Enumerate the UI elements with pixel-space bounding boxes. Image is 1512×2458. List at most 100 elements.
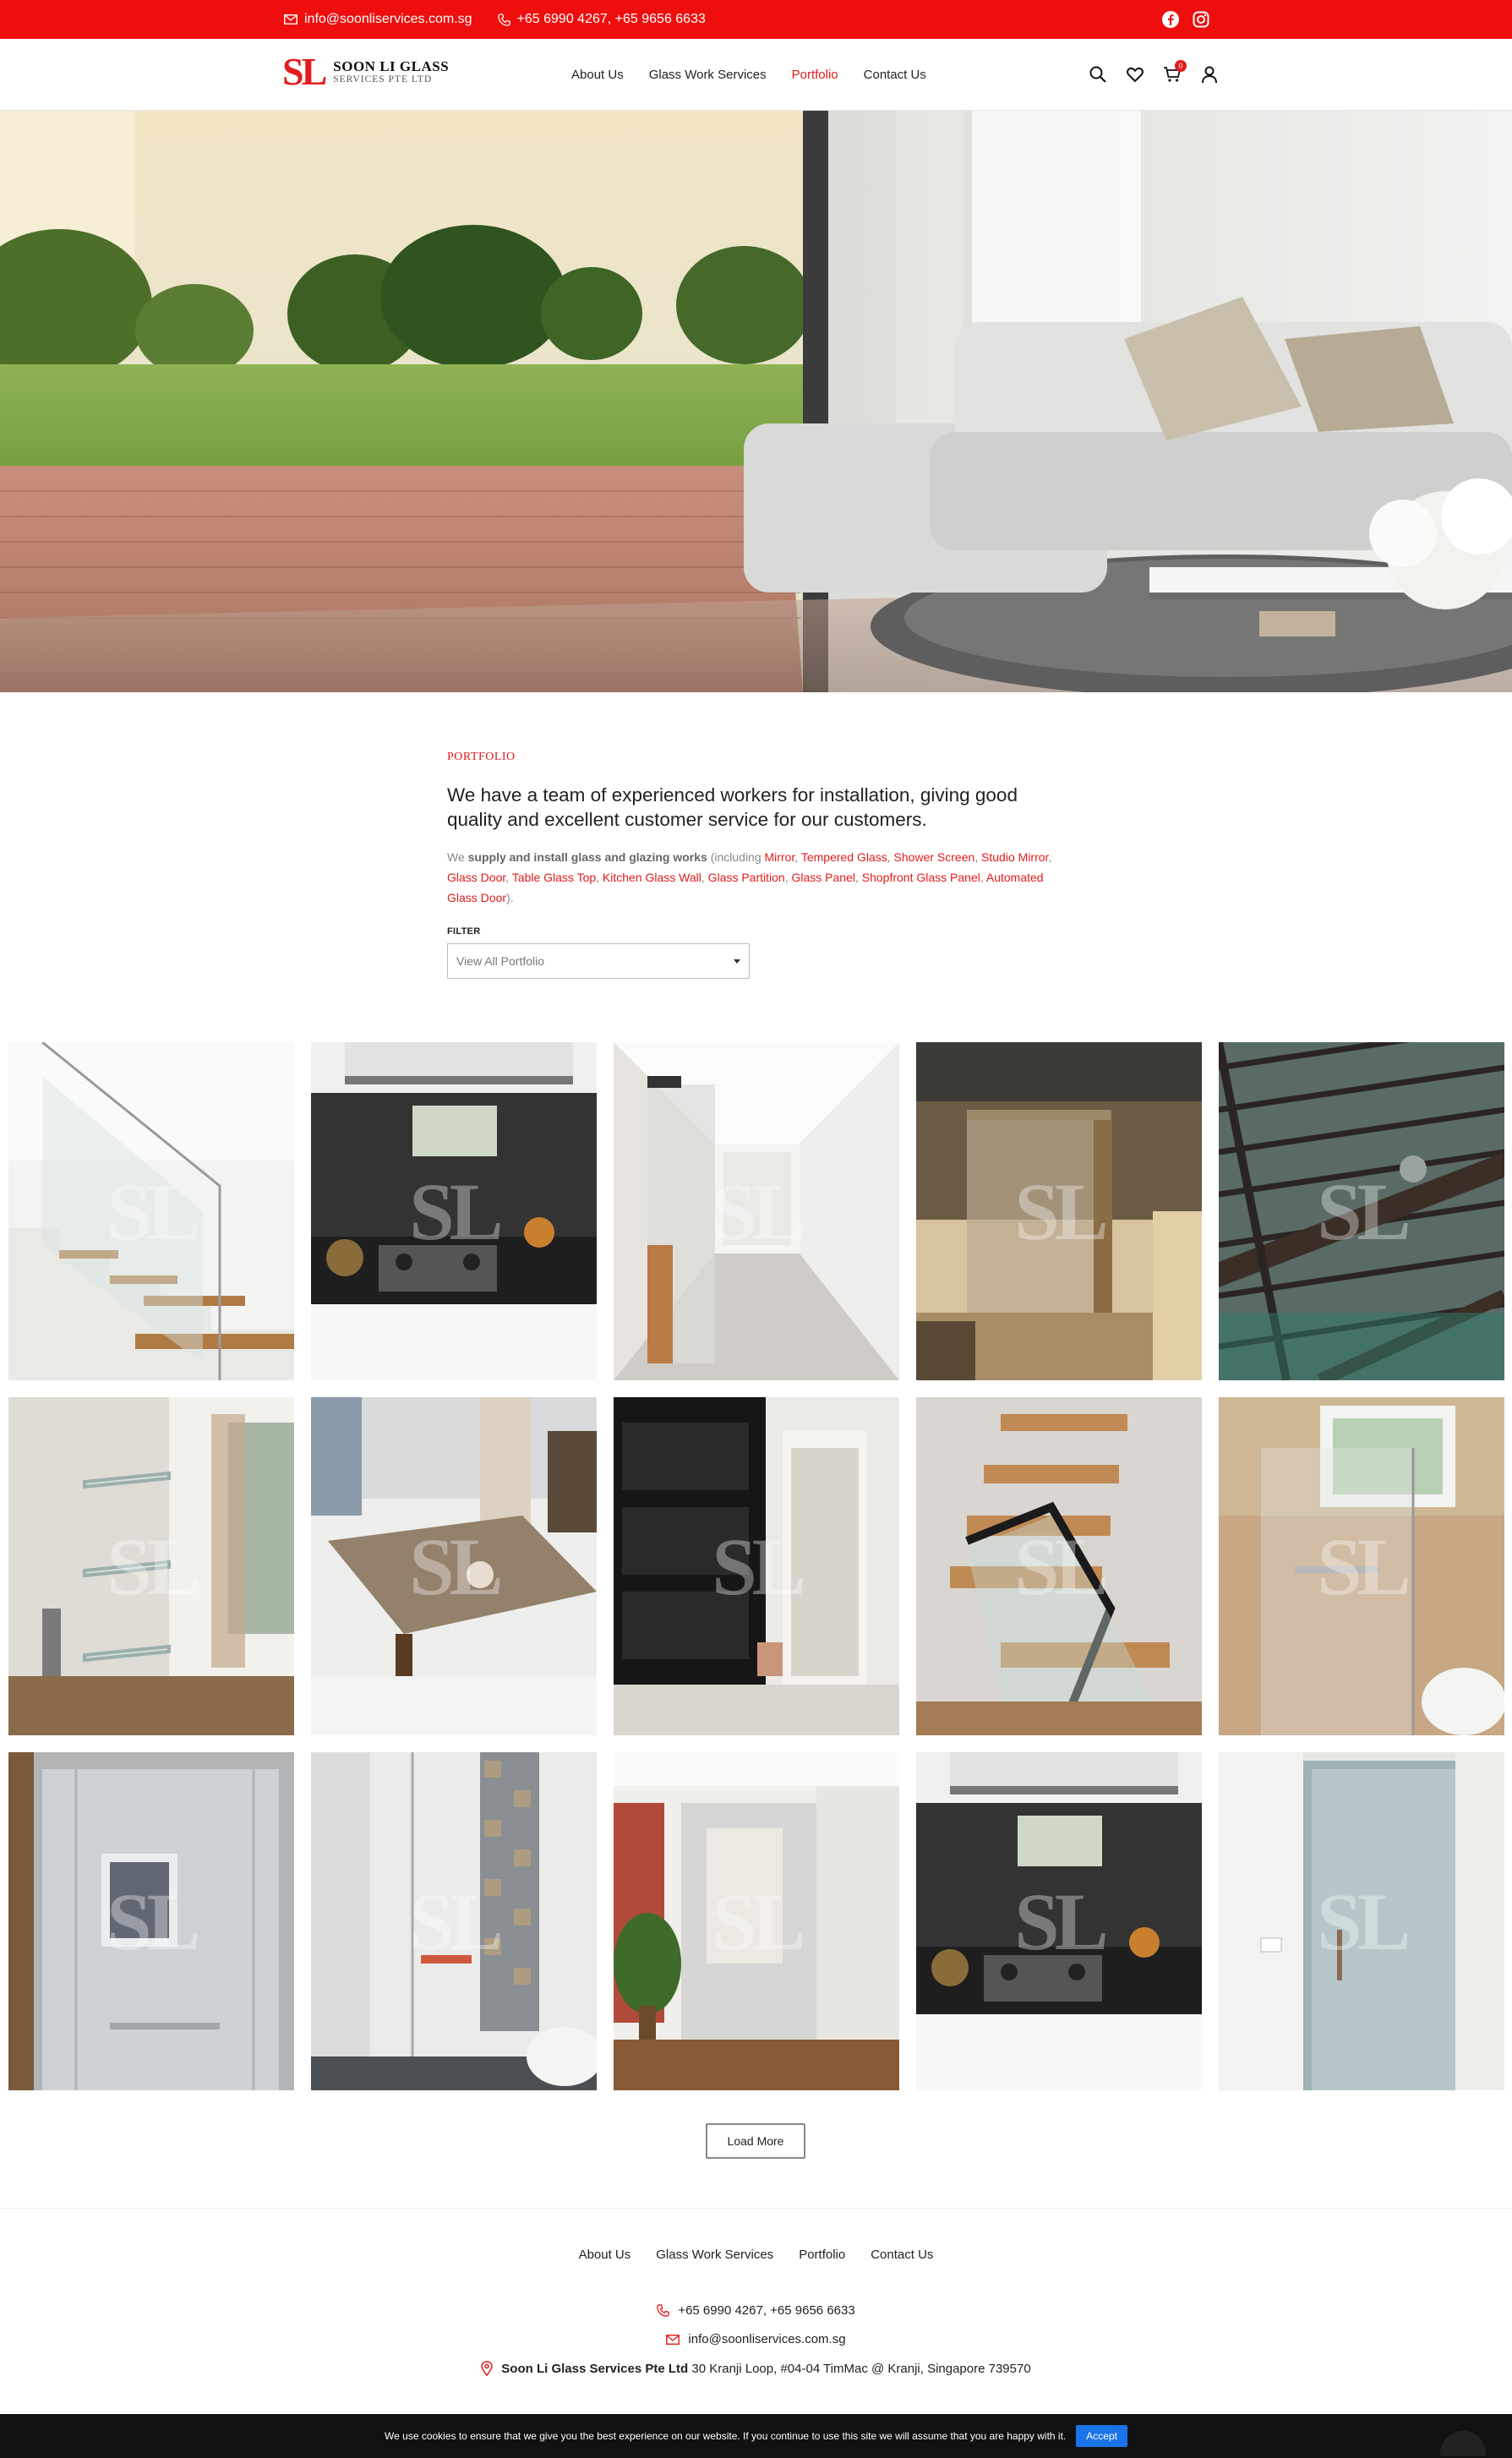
portfolio-grid: SL SL SL SL SL SL SL SL SL SL SL SL SL S… — [8, 1042, 1504, 2090]
location-pin-icon — [481, 2361, 494, 2376]
portfolio-item-shopfront-glass-partition[interactable]: SL — [916, 1042, 1202, 1380]
top-email-text: info@soonliservices.com.sg — [304, 12, 472, 26]
portfolio-item-shower-screen[interactable]: SL — [1219, 1397, 1504, 1735]
cookie-accept-button[interactable]: Accept — [1076, 2425, 1127, 2447]
footer-address-text: 30 Kranji Loop, #04-04 TimMac @ Kranji, … — [691, 2361, 1031, 2376]
top-email[interactable]: info@soonliservices.com.sg — [284, 12, 472, 27]
portfolio-item-sliding-glass-door-corridor[interactable]: SL — [614, 1042, 899, 1380]
footer-nav: About Us Glass Work Services Portfolio C… — [0, 2248, 1512, 2262]
top-phone-text: +65 6990 4267, +65 9656 6633 — [516, 12, 706, 26]
service-link-glass-panel[interactable]: Glass Panel — [792, 871, 855, 884]
phone-icon — [657, 2304, 670, 2317]
cart-count-badge: 0 — [1175, 60, 1187, 72]
header-icons: 0 — [1089, 39, 1219, 110]
frosted-glass-door-photo — [1219, 1752, 1504, 2090]
logo-text: SOON LI GLASS SERVICES PTE LTD — [333, 59, 449, 85]
section-headline: We have a team of experienced workers fo… — [447, 784, 1018, 830]
portfolio-item-shower-screen-tiled[interactable]: SL — [311, 1752, 597, 2090]
heart-icon[interactable] — [1126, 65, 1144, 84]
logo-mark: SL — [282, 50, 327, 93]
shower-enclosure-photo — [8, 1752, 294, 2090]
kitchen-glass-backsplash-photo — [311, 1042, 597, 1380]
service-link-shopfront-glass-panel[interactable]: Shopfront Glass Panel — [862, 871, 980, 884]
kitchen-glass-backsplash-photo-2 — [916, 1752, 1202, 2090]
desc-prefix: We — [447, 850, 468, 864]
site-footer: About Us Glass Work Services Portfolio C… — [0, 2208, 1512, 2415]
section-eyebrow: PORTFOLIO — [447, 751, 516, 763]
desc-open: (including — [707, 850, 765, 864]
site-header: SL SOON LI GLASS SERVICES PTE LTD About … — [0, 39, 1512, 111]
envelope-icon — [666, 2334, 680, 2345]
nav-contact-us[interactable]: Contact Us — [864, 68, 926, 82]
glass-table-top-photo — [311, 1397, 597, 1735]
portfolio-item-kitchen-glass-backsplash[interactable]: SL — [311, 1042, 597, 1380]
service-link-tempered-glass[interactable]: Tempered Glass — [801, 850, 887, 864]
portfolio-filter-select[interactable]: View All Portfolio — [447, 943, 750, 979]
shower-screen-tiled-photo — [311, 1752, 597, 2090]
service-link-glass-partition[interactable]: Glass Partition — [708, 871, 785, 884]
nav-glass-work-services[interactable]: Glass Work Services — [649, 68, 767, 82]
main-nav: About Us Glass Work Services Portfolio C… — [571, 39, 926, 110]
social-links — [1161, 0, 1210, 39]
portfolio-item-glass-table-top[interactable]: SL — [311, 1397, 597, 1735]
service-link-glass-door[interactable]: Glass Door — [447, 871, 505, 884]
nav-portfolio[interactable]: Portfolio — [792, 68, 838, 82]
section-description: We supply and install glass and glazing … — [447, 850, 1052, 904]
shopfront-glass-partition-photo — [916, 1042, 1202, 1380]
phone-icon — [497, 13, 510, 26]
sliding-glass-door-corridor-photo — [614, 1042, 899, 1380]
service-link-kitchen-glass-wall[interactable]: Kitchen Glass Wall — [603, 871, 701, 884]
filter-selected-value: View All Portfolio — [456, 954, 545, 968]
glass-cabinet-doors-photo — [614, 1397, 899, 1735]
logo-line-1: SOON LI GLASS — [333, 58, 450, 75]
glass-partition-room-photo — [614, 1752, 899, 2090]
footer-phone[interactable]: +65 6990 4267, +65 9656 6633 — [0, 2303, 1512, 2318]
portfolio-item-shower-enclosure[interactable]: SL — [8, 1752, 294, 2090]
instagram-icon[interactable] — [1192, 10, 1210, 29]
cookie-consent-bar: We use cookies to ensure that we give yo… — [0, 2414, 1512, 2458]
glass-shelves-photo — [8, 1397, 294, 1735]
footer-email[interactable]: info@soonliservices.com.sg — [0, 2332, 1512, 2346]
footer-nav-glass-work-services[interactable]: Glass Work Services — [656, 2248, 773, 2262]
portfolio-item-glass-roof-canopy[interactable]: SL — [1219, 1042, 1504, 1380]
user-icon[interactable] — [1200, 65, 1219, 84]
top-contact: info@soonliservices.com.sg +65 6990 4267… — [284, 0, 723, 39]
load-more-button[interactable]: Load More — [706, 2123, 805, 2159]
search-icon[interactable] — [1089, 65, 1107, 84]
facebook-icon[interactable] — [1161, 10, 1180, 29]
portfolio-item-frosted-glass-door[interactable]: SL — [1219, 1752, 1504, 2090]
cookie-text: We use cookies to ensure that we give yo… — [385, 2430, 1067, 2442]
glass-stair-balustrade-photo — [916, 1397, 1202, 1735]
desc-bold: supply and install glass and glazing wor… — [467, 850, 707, 864]
site-logo[interactable]: SL SOON LI GLASS SERVICES PTE LTD — [282, 52, 449, 91]
portfolio-item-glass-stair-balustrade[interactable]: SL — [916, 1397, 1202, 1735]
portfolio-item-glass-cabinet-doors[interactable]: SL — [614, 1397, 899, 1735]
footer-phone-text: +65 6990 4267, +65 9656 6633 — [678, 2303, 855, 2318]
glass-roof-canopy-photo — [1219, 1042, 1504, 1380]
footer-email-text: info@soonliservices.com.sg — [688, 2332, 846, 2346]
portfolio-item-glass-partition-room[interactable]: SL — [614, 1752, 899, 2090]
staircase-glass-railing-photo — [8, 1042, 294, 1380]
footer-nav-portfolio[interactable]: Portfolio — [799, 2248, 845, 2262]
nav-about-us[interactable]: About Us — [571, 68, 624, 82]
service-link-table-glass-top[interactable]: Table Glass Top — [512, 871, 596, 884]
portfolio-intro: PORTFOLIO We have a team of experienced … — [447, 751, 1064, 979]
hero-image — [0, 111, 1512, 692]
envelope-icon — [284, 14, 297, 25]
living-room-hero-illustration — [0, 111, 1512, 692]
top-bar: info@soonliservices.com.sg +65 6990 4267… — [0, 0, 1512, 39]
portfolio-item-glass-shelves[interactable]: SL — [8, 1397, 294, 1735]
portfolio-item-kitchen-glass-backsplash-2[interactable]: SL — [916, 1752, 1202, 2090]
service-link-mirror[interactable]: Mirror — [765, 850, 795, 864]
cart-button[interactable]: 0 — [1163, 60, 1187, 84]
service-link-shower-screen[interactable]: Shower Screen — [894, 850, 975, 864]
footer-company-name: Soon Li Glass Services Pte Ltd — [501, 2361, 689, 2376]
top-phone[interactable]: +65 6990 4267, +65 9656 6633 — [497, 12, 706, 27]
footer-nav-about-us[interactable]: About Us — [579, 2248, 631, 2262]
service-link-studio-mirror[interactable]: Studio Mirror — [981, 850, 1048, 864]
portfolio-item-staircase-glass-railing[interactable]: SL — [8, 1042, 294, 1380]
footer-nav-contact-us[interactable]: Contact Us — [871, 2248, 933, 2262]
filter-label: FILTER — [447, 926, 481, 937]
chevron-down-icon — [734, 959, 740, 964]
shower-screen-photo — [1219, 1397, 1504, 1735]
